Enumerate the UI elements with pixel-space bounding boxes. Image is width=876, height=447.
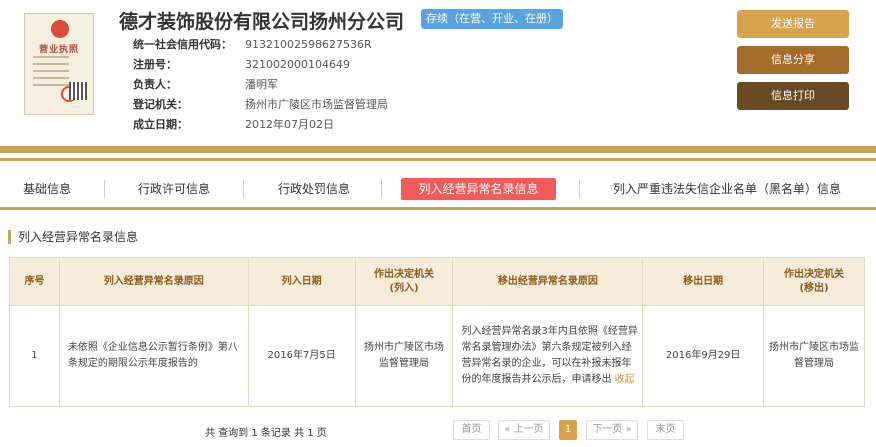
divider bbox=[0, 207, 876, 210]
company-header: 营业执照 德才装饰股份有限公司扬州分公司 存续（在营、开业、在册） 统一社会信用… bbox=[0, 0, 876, 146]
tab-admin-license[interactable]: 行政许可信息 bbox=[128, 178, 220, 200]
col-reason-in: 列入经营异常名录原因 bbox=[58, 257, 249, 306]
share-button[interactable]: 信息分享 bbox=[737, 46, 849, 74]
col-date-in: 列入日期 bbox=[247, 257, 356, 306]
prev-page-button[interactable]: « 上一页 bbox=[498, 420, 550, 440]
national-emblem-icon bbox=[51, 20, 69, 38]
cell-date-out: 2016年9月29日 bbox=[642, 305, 765, 407]
cell-index: 1 bbox=[9, 305, 60, 407]
section-title: 列入经营异常名录信息 bbox=[8, 230, 138, 244]
col-date-out: 移出日期 bbox=[642, 257, 765, 306]
cell-authority-out: 扬州市广陵区市场监督管理局 bbox=[763, 305, 865, 407]
col-authority-in: 作出决定机关 (列入) bbox=[354, 257, 454, 306]
table-header-row: 序号 列入经营异常名录原因 列入日期 作出决定机关 (列入) 移出经营异常名录原… bbox=[9, 257, 865, 306]
tab-blacklist[interactable]: 列入严重违法失信企业名单（黑名单）信息 bbox=[598, 178, 856, 200]
info-principal: 负责人： 潘明军 bbox=[133, 78, 278, 91]
cell-reason-in: 未依照《企业信息公示暂行条例》第八条规定的期限公示年度报告的 bbox=[58, 305, 249, 407]
col-index: 序号 bbox=[9, 257, 60, 306]
tab-basic-info[interactable]: 基础信息 bbox=[14, 178, 80, 200]
tab-admin-penalty[interactable]: 行政处罚信息 bbox=[268, 178, 360, 200]
info-authority: 登记机关： 扬州市广陵区市场监督管理局 bbox=[133, 98, 388, 111]
cell-reason-out: 列入经营异常名录3年内且依照《经营异常名录管理办法》第六条规定被列入经营异常名录… bbox=[452, 305, 644, 407]
divider bbox=[0, 158, 876, 161]
status-badge: 存续（在营、开业、在册） bbox=[421, 9, 563, 29]
last-page-button[interactable]: 末页 bbox=[647, 420, 684, 440]
first-page-button[interactable]: 首页 bbox=[453, 420, 490, 440]
info-founded-date: 成立日期： 2012年07月02日 bbox=[133, 118, 334, 131]
pagination-summary: 共 查询到 1 条记录 共 1 页 bbox=[205, 428, 327, 439]
print-button[interactable]: 信息打印 bbox=[737, 82, 849, 110]
col-authority-out: 作出决定机关 (移出) bbox=[763, 257, 865, 306]
tab-abnormal-operation[interactable]: 列入经营异常名录信息 bbox=[401, 178, 556, 200]
business-license-image: 营业执照 bbox=[24, 13, 94, 115]
info-reg-number: 注册号： 321002000104649 bbox=[133, 58, 350, 71]
next-page-button[interactable]: 下一页 » bbox=[586, 420, 638, 440]
divider bbox=[0, 146, 876, 153]
collapse-link[interactable]: 收起 bbox=[615, 374, 635, 385]
col-reason-out: 移出经营异常名录原因 bbox=[452, 257, 644, 306]
license-title: 营业执照 bbox=[38, 45, 79, 55]
send-report-button[interactable]: 发送报告 bbox=[737, 10, 849, 38]
tab-bar: 基础信息 行政许可信息 行政处罚信息 列入经营异常名录信息 列入严重违法失信企业… bbox=[0, 171, 876, 207]
company-name: 德才装饰股份有限公司扬州分公司 bbox=[119, 11, 405, 33]
abnormal-list-table: 序号 列入经营异常名录原因 列入日期 作出决定机关 (列入) 移出经营异常名录原… bbox=[9, 257, 865, 407]
cell-date-in: 2016年7月5日 bbox=[247, 305, 356, 407]
info-credit-code: 统一社会信用代码： 91321002598627536R bbox=[133, 38, 372, 51]
qr-code-icon bbox=[69, 82, 87, 100]
reason-out-text: 列入经营异常名录3年内且依照《经营异常名录管理办法》第六条规定被列入经营异常名录… bbox=[461, 326, 638, 385]
current-page-button[interactable]: 1 bbox=[559, 420, 577, 440]
table-row: 1 未依照《企业信息公示暂行条例》第八条规定的期限公示年度报告的 2016年7月… bbox=[9, 305, 865, 407]
cell-authority-in: 扬州市广陵区市场监督管理局 bbox=[354, 305, 454, 407]
